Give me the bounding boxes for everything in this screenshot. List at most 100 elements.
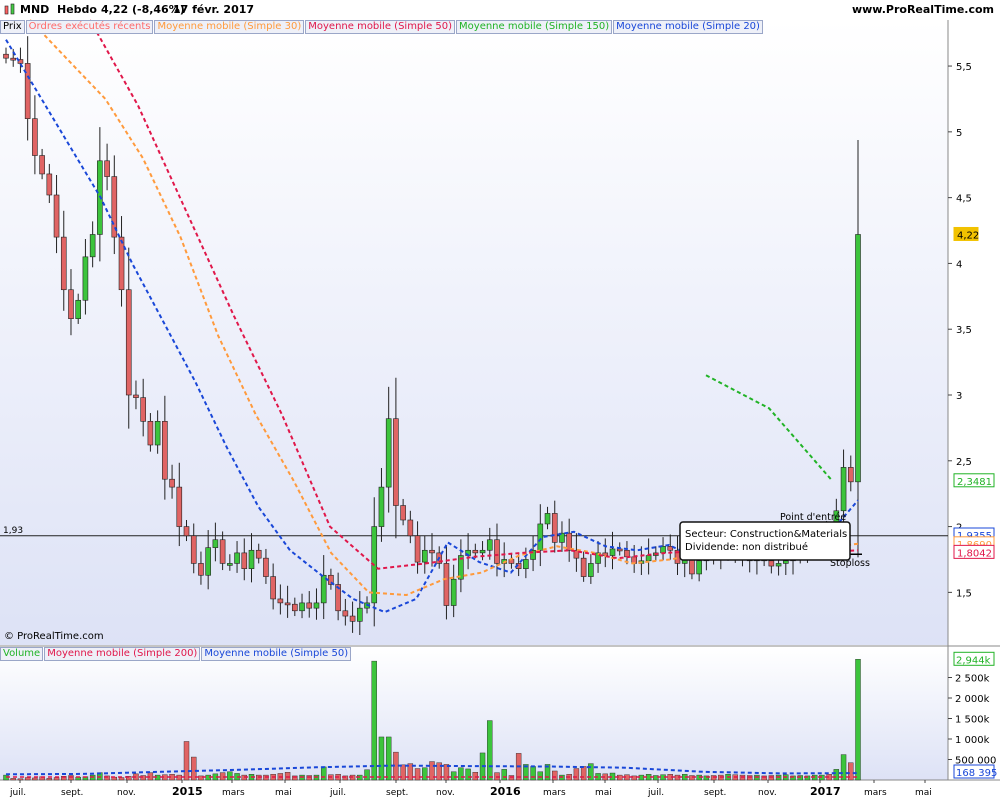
candle-body: [385, 418, 392, 488]
volume-bar: [450, 771, 457, 781]
candle-body: [479, 549, 486, 554]
candle-body: [154, 421, 161, 446]
candle-body: [39, 155, 45, 175]
price-legend-item[interactable]: Moyenne mobile (Simple 20): [613, 20, 763, 34]
candle-body: [775, 563, 782, 567]
candle-body: [537, 523, 544, 551]
volume-tag: 168 395: [953, 764, 997, 779]
volume-bar: [10, 778, 16, 781]
candle-body: [118, 236, 125, 291]
info-box-line: Secteur: Construction&Materials: [685, 529, 847, 540]
price-legend-item[interactable]: Moyenne mobile (Simple 30): [154, 20, 305, 34]
candle-body: [140, 397, 146, 422]
candle-body: [609, 548, 616, 556]
candle-body: [494, 539, 500, 564]
candle-body: [356, 607, 363, 622]
candle-body: [82, 256, 89, 301]
candle-body: [660, 546, 666, 554]
x-tick-label: mai: [595, 788, 612, 798]
volume-bar: [465, 768, 471, 781]
candle-body: [227, 563, 233, 566]
volume-bar: [580, 766, 587, 781]
x-tick-label: mars: [222, 788, 245, 798]
volume-tag-label: 2,944k: [956, 655, 991, 666]
volume-tick-label: 2 000k: [955, 694, 990, 705]
volume-legend-item[interactable]: Moyenne mobile (Simple 200): [44, 647, 201, 661]
volume-tick-label: 2 500k: [955, 674, 990, 685]
candle-body: [263, 557, 269, 577]
price-legend-item[interactable]: Moyenne mobile (Simple 150): [456, 20, 613, 34]
candle-body: [847, 467, 854, 483]
volume-bar: [385, 736, 392, 781]
x-tick-label: mai: [275, 788, 292, 798]
candle-body: [60, 236, 67, 291]
candle-body: [255, 549, 262, 559]
info-box-line: Dividende: non distribué: [685, 541, 808, 553]
candle-body: [349, 615, 356, 622]
info-box: Secteur: Construction&MaterialsDividende…: [679, 521, 851, 561]
volume-legend-item[interactable]: Moyenne mobile (Simple 50): [201, 647, 352, 661]
volume-bar: [530, 766, 536, 781]
candle-body: [378, 486, 385, 527]
candle-body: [486, 539, 493, 551]
candle-body: [176, 486, 183, 527]
x-tick-label: sept.: [704, 788, 726, 798]
candle-body: [53, 194, 60, 238]
candle-body: [133, 394, 139, 398]
candle-body: [205, 547, 211, 576]
x-tick-label: sept.: [386, 788, 408, 798]
candle-body: [855, 234, 861, 483]
candle-body: [840, 467, 847, 512]
candle-body: [645, 555, 652, 562]
candle-body: [75, 299, 82, 319]
x-tick-label: nov.: [436, 788, 455, 798]
price-tick-label: 4,5: [956, 194, 972, 205]
candle-body: [284, 602, 291, 606]
x-tick-label: 2017: [810, 785, 841, 798]
volume-bar: [284, 772, 291, 781]
x-tick-label: 2016: [490, 785, 521, 798]
volume-legend-item[interactable]: Volume: [0, 647, 44, 661]
volume-bar: [833, 769, 840, 781]
volume-tick-label: 1 500k: [955, 715, 990, 726]
candle-body: [544, 513, 551, 525]
price-tick-label: 3,5: [956, 325, 972, 336]
volume-bar: [487, 720, 493, 781]
candle-body: [782, 560, 789, 564]
volume-bar: [537, 771, 544, 781]
volume-bar: [573, 768, 580, 781]
volume-bar: [472, 772, 479, 781]
price-legend-item[interactable]: Prix: [0, 20, 25, 34]
candle-body: [212, 539, 219, 548]
x-tick-label: mars: [543, 788, 566, 798]
price-legend-item[interactable]: Ordres exécutés récents: [25, 20, 154, 34]
price-legend-item[interactable]: Moyenne mobile (Simple 50): [305, 20, 456, 34]
candle-body: [169, 478, 175, 488]
candle-body: [125, 289, 132, 396]
x-tick-label: nov.: [117, 788, 136, 798]
candle-body: [270, 576, 276, 600]
x-tick-label: juil.: [329, 788, 346, 798]
volume-bar: [53, 777, 60, 781]
candle-body: [523, 559, 529, 569]
candle-body: [472, 549, 479, 554]
candle-body: [551, 513, 558, 543]
x-tick-label: mars: [864, 788, 887, 798]
chart-area[interactable]: 5,554,543,532,521,52 500k2 000k1 500k1 0…: [0, 0, 1000, 800]
price-tag-label: 2,3481: [957, 477, 992, 488]
candle-body: [588, 563, 594, 577]
volume-bar: [24, 777, 31, 781]
candle-body: [421, 549, 428, 563]
candle-body: [299, 602, 305, 612]
volume-tag: 2,944k: [953, 651, 995, 666]
candle-body: [407, 519, 414, 537]
candle-body: [292, 603, 298, 612]
entry-annotation: Point d'entrée: [780, 512, 846, 523]
candle-body: [450, 578, 457, 606]
volume-tag-label: 168 395: [956, 768, 997, 779]
candle-body: [277, 598, 284, 604]
candle-body: [429, 549, 435, 554]
candle-body: [190, 535, 197, 564]
candle-body: [234, 552, 240, 564]
info-box-frame: [679, 521, 851, 561]
